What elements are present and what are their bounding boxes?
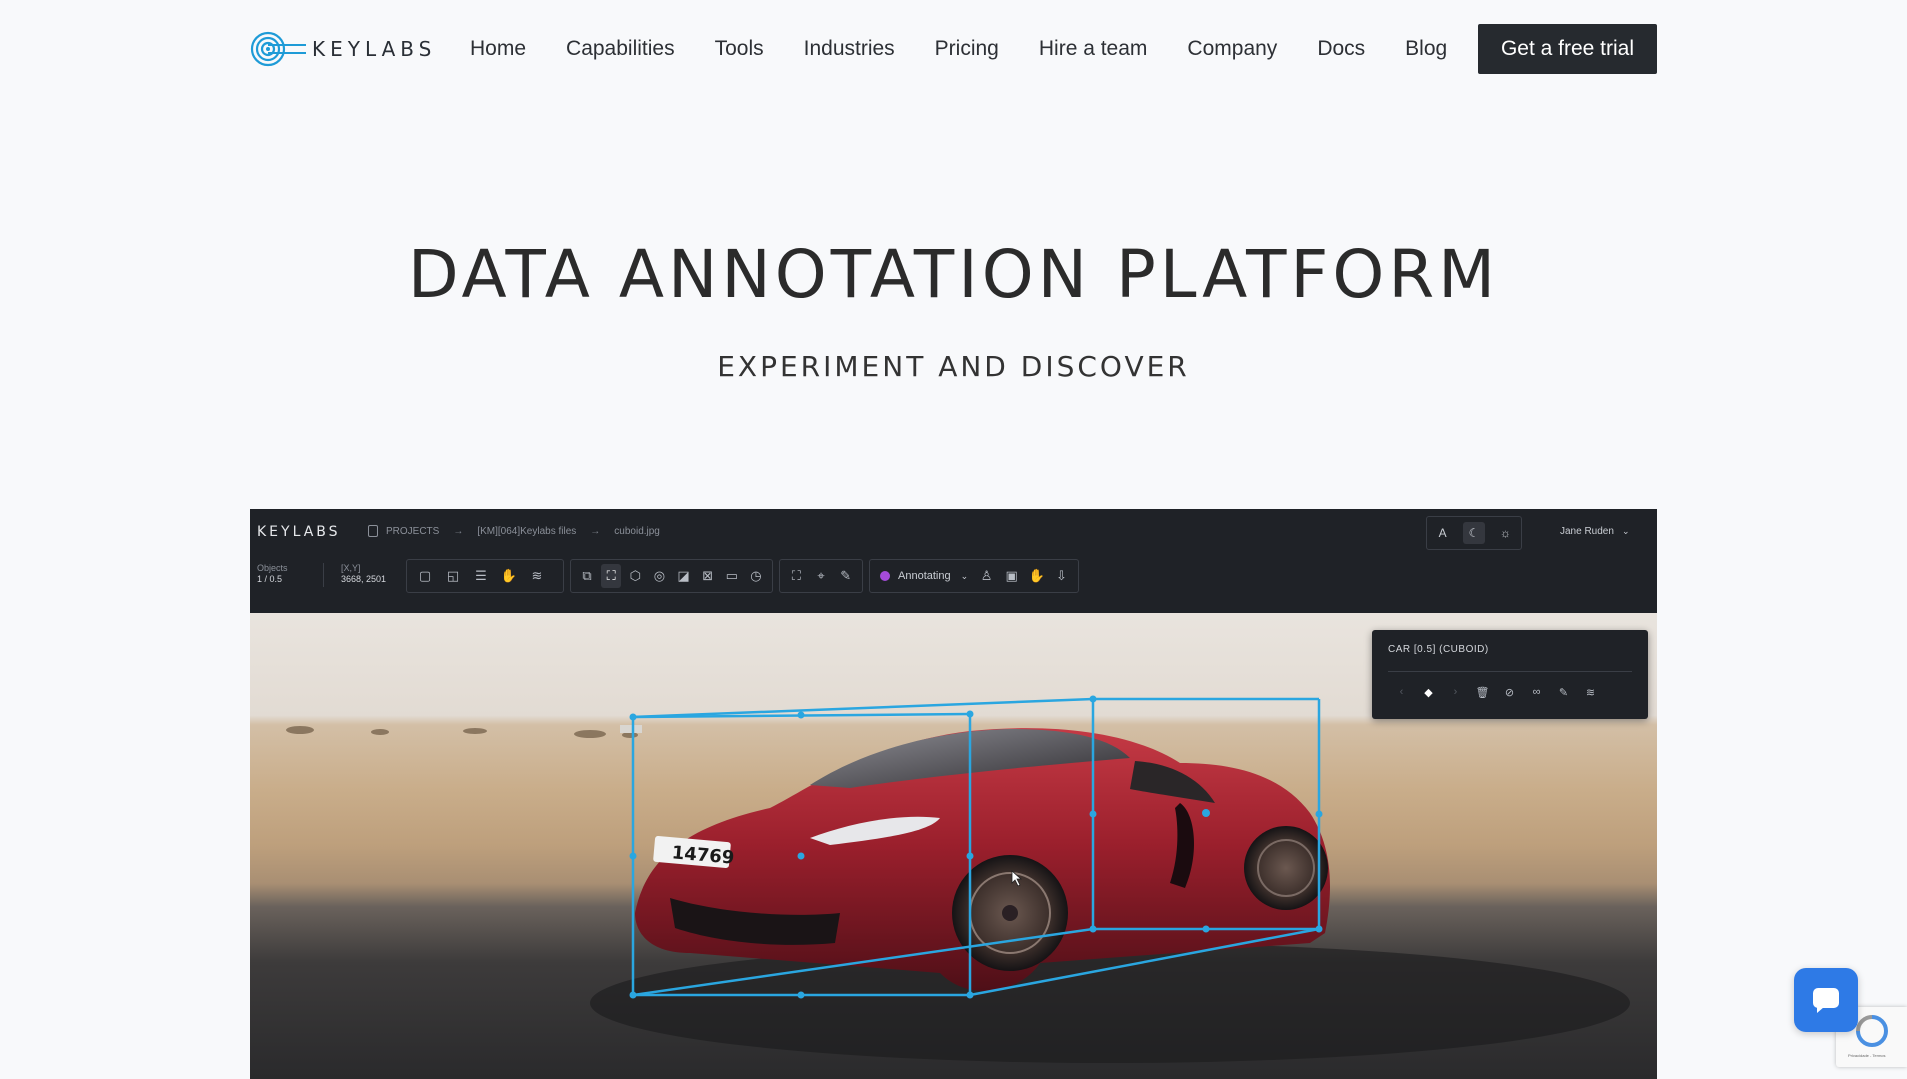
- person-icon[interactable]: ♙: [976, 564, 997, 588]
- app-logo: KEYLABS: [257, 524, 341, 540]
- nav-capabilities[interactable]: Capabilities: [566, 37, 675, 61]
- nav-blog[interactable]: Blog: [1405, 37, 1447, 61]
- hero-subtitle: EXPERIMENT AND DISCOVER: [717, 350, 1190, 383]
- nav-hire-a-team[interactable]: Hire a team: [1039, 37, 1148, 61]
- tool-group-shapes: ⧉ ⛶ ⬡ ◎ ◪ ⊠ ▭ ◷: [570, 559, 773, 593]
- free-trial-button[interactable]: Get a free trial: [1478, 24, 1657, 74]
- status-label: Annotating: [898, 570, 951, 582]
- trash-icon[interactable]: 🗑: [1469, 680, 1496, 704]
- chevron-down-icon: ⌄: [960, 570, 969, 581]
- chevron-down-icon: ⌄: [1621, 526, 1630, 536]
- nav-tools[interactable]: Tools: [715, 37, 764, 61]
- segment-icon[interactable]: ◎: [649, 564, 669, 588]
- chevron-left-icon[interactable]: ‹: [1388, 680, 1415, 704]
- nav-company[interactable]: Company: [1187, 37, 1277, 61]
- save-icon[interactable]: ▣: [1001, 564, 1022, 588]
- list-icon[interactable]: ☰: [469, 564, 493, 588]
- hide-icon[interactable]: ⊘: [1496, 680, 1523, 704]
- breadcrumb: PROJECTS → [KM][064]Keylabs files → cubo…: [368, 525, 660, 537]
- divider: [1388, 671, 1632, 672]
- recaptcha-text: Privacidade - Termos: [1848, 1053, 1886, 1058]
- object-title: CAR [0.5] (CUBOID): [1388, 644, 1489, 655]
- layers-icon[interactable]: ≋: [1577, 680, 1604, 704]
- objects-counter: Objects 1 / 0.5: [257, 563, 288, 585]
- user-name: Jane Ruden: [1560, 526, 1614, 537]
- clock-icon[interactable]: ◷: [746, 564, 766, 588]
- site-header: KEYLABS Home Capabilities Tools Industri…: [0, 0, 1907, 98]
- auto-theme-button[interactable]: A: [1432, 522, 1454, 544]
- nav-pricing[interactable]: Pricing: [935, 37, 999, 61]
- objects-label: Objects: [257, 563, 288, 573]
- divider: [323, 563, 324, 587]
- nav-home[interactable]: Home: [470, 37, 526, 61]
- user-menu[interactable]: Jane Ruden ⌄: [1560, 526, 1629, 537]
- hand-icon[interactable]: ✋: [1026, 564, 1047, 588]
- download-icon[interactable]: ⇩: [1051, 564, 1072, 588]
- object-tools: ‹ ◆ › 🗑 ⊘ ∞ ✎ ≋: [1388, 680, 1604, 704]
- main-nav: Home Capabilities Tools Industries Prici…: [470, 30, 1487, 68]
- nav-industries[interactable]: Industries: [804, 37, 895, 61]
- tool-group-edit: ⛶ ⌖ ✎: [779, 559, 863, 593]
- chat-icon: [1813, 988, 1839, 1013]
- projects-icon: [368, 525, 378, 537]
- breadcrumb-projects[interactable]: PROJECTS: [386, 526, 439, 537]
- hero-title: DATA ANNOTATION PLATFORM: [407, 236, 1500, 313]
- arrow-right-icon: →: [590, 525, 601, 537]
- layers-icon[interactable]: ≋: [525, 564, 549, 588]
- tool-group-view: ▢ ◱ ☰ ✋ ≋: [406, 559, 564, 593]
- crop-icon[interactable]: ⛶: [786, 564, 807, 588]
- moon-icon[interactable]: ☾: [1462, 522, 1485, 544]
- image-icon[interactable]: ▢: [413, 564, 437, 588]
- pin-icon[interactable]: ⌖: [811, 564, 832, 588]
- tool-group-status: Annotating ⌄ ♙ ▣ ✋ ⇩: [869, 559, 1079, 593]
- polygon-icon[interactable]: ⬡: [625, 564, 645, 588]
- status-dropdown[interactable]: Annotating ⌄: [874, 570, 974, 582]
- pencil-icon[interactable]: ✎: [835, 564, 856, 588]
- object-panel: CAR [0.5] (CUBOID) ‹ ◆ › 🗑 ⊘ ∞ ✎ ≋: [1372, 630, 1648, 719]
- annotation-canvas[interactable]: 14769 CAR [0.5] (CUBOID) ‹ ◆ › 🗑 ⊘ ∞ ✎ ≋: [250, 613, 1657, 1079]
- pencil-icon[interactable]: ✎: [1550, 680, 1577, 704]
- coords-value: 3668, 2501: [341, 574, 387, 584]
- breadcrumb-file: cuboid.jpg: [614, 525, 660, 537]
- magic-select-icon[interactable]: ◪: [674, 564, 694, 588]
- app-toolbar-area: KEYLABS PROJECTS → [KM][064]Keylabs file…: [250, 509, 1657, 613]
- recaptcha-icon: [1856, 1015, 1888, 1047]
- logo-text: KEYLABS: [312, 37, 437, 61]
- link-icon[interactable]: ∞: [1523, 680, 1550, 704]
- chat-button[interactable]: [1794, 968, 1858, 1032]
- nav-docs[interactable]: Docs: [1317, 37, 1365, 61]
- chevron-right-icon[interactable]: ›: [1442, 680, 1469, 704]
- breadcrumb-folder[interactable]: [KM][064]Keylabs files: [477, 526, 576, 537]
- keylabs-logo-icon: [250, 31, 306, 67]
- keylabs-logo[interactable]: KEYLABS: [250, 28, 436, 70]
- arrow-right-icon: →: [453, 525, 464, 537]
- comment-icon[interactable]: ◱: [441, 564, 465, 588]
- annotation-app-preview: KEYLABS PROJECTS → [KM][064]Keylabs file…: [250, 509, 1657, 1079]
- hand-icon[interactable]: ✋: [497, 564, 521, 588]
- diamond-icon[interactable]: ◆: [1415, 680, 1442, 704]
- rectangle-icon[interactable]: ▭: [722, 564, 742, 588]
- sun-icon[interactable]: ☼: [1494, 522, 1516, 544]
- status-dot: [880, 571, 890, 581]
- coords-readout: [X,Y] 3668, 2501: [341, 563, 386, 585]
- theme-toggle: A ☾ ☼: [1426, 516, 1522, 550]
- objects-value: 1 / 0.5: [257, 574, 283, 584]
- coords-label: [X,Y]: [341, 563, 361, 573]
- copy-icon[interactable]: ⧉: [577, 564, 597, 588]
- box-select-icon[interactable]: ⊠: [698, 564, 718, 588]
- cuboid-tool-icon[interactable]: ⛶: [601, 564, 622, 588]
